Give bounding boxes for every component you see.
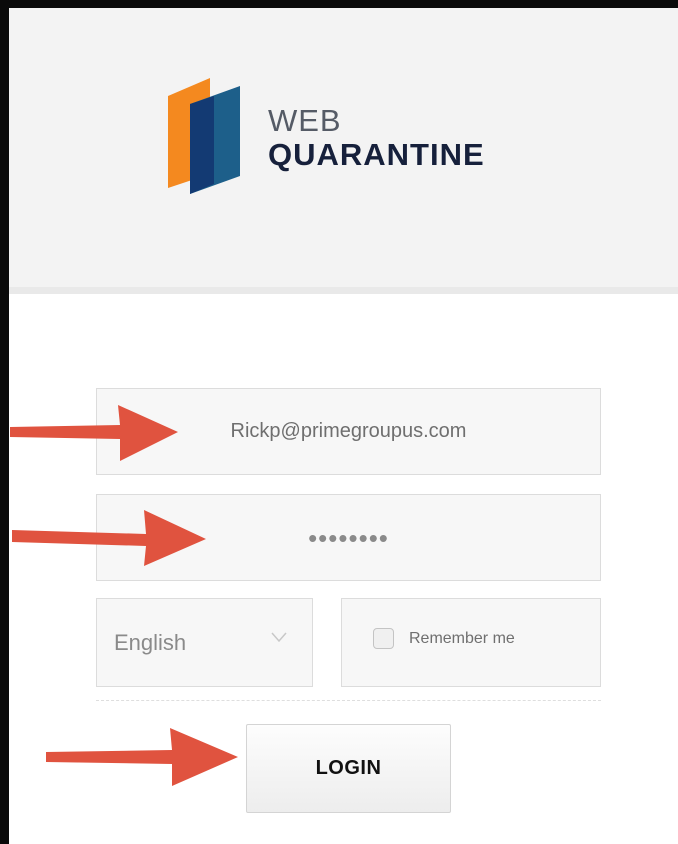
login-screen: WEB QUARANTINE Rickp@primegroupus.com ••…	[0, 0, 678, 844]
remember-me-label[interactable]: Remember me	[409, 630, 515, 648]
logo-line-quarantine: QUARANTINE	[268, 137, 485, 172]
book-logo-icon	[168, 78, 240, 194]
logo-line-web: WEB	[268, 103, 342, 138]
header-divider	[9, 287, 678, 294]
login-button[interactable]: LOGIN	[246, 724, 451, 813]
logo-wordmark: WEB QUARANTINE	[268, 104, 485, 172]
form-divider	[96, 700, 601, 701]
red-arrow-icon	[12, 510, 206, 566]
red-arrow-icon	[46, 728, 238, 786]
language-selected-value: English	[114, 630, 187, 655]
remember-me-checkbox[interactable]	[373, 628, 394, 649]
chevron-down-icon	[271, 632, 287, 643]
red-arrow-icon	[10, 405, 178, 461]
window-top-border	[0, 0, 678, 8]
